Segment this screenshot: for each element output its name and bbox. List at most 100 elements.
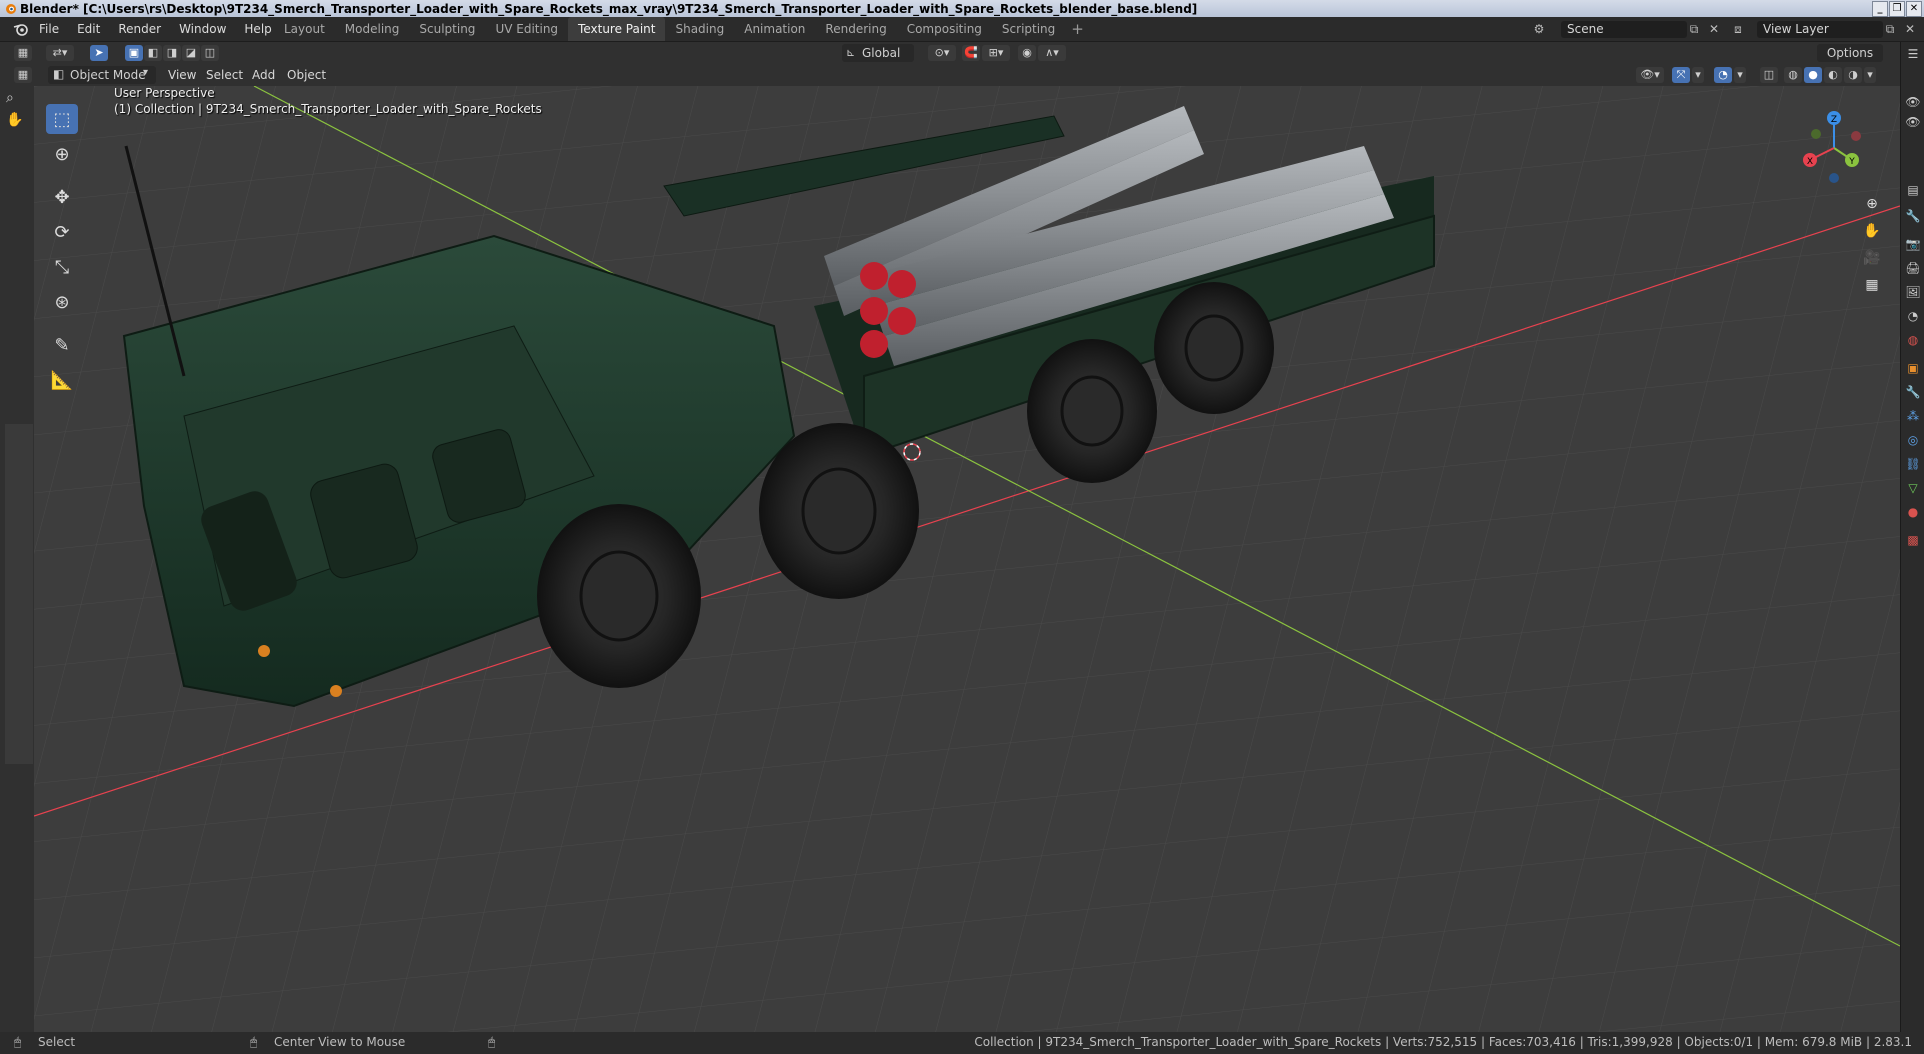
navigation-gizmo[interactable]: Z Y X bbox=[1794, 108, 1874, 188]
menu-file[interactable]: File bbox=[30, 17, 68, 41]
3d-viewport[interactable]: User Perspective (1) Collection | 9T234_… bbox=[34, 86, 1900, 1032]
wireframe-shading-icon[interactable]: ◍ bbox=[1784, 67, 1802, 83]
material-shading-icon[interactable]: ◐ bbox=[1824, 67, 1842, 83]
editor-grid-icon[interactable]: ▦ bbox=[14, 67, 32, 83]
tab-texture-paint[interactable]: Texture Paint bbox=[568, 17, 666, 41]
menu-render[interactable]: Render bbox=[109, 17, 170, 41]
outliner-icon[interactable]: ☰ bbox=[1905, 46, 1921, 62]
output-properties-icon[interactable]: 🖨 bbox=[1905, 260, 1921, 276]
tool-properties-icon[interactable]: 🔧 bbox=[1905, 208, 1921, 224]
object-properties-icon[interactable]: ▣ bbox=[1905, 360, 1921, 376]
new-view-layer-icon[interactable]: ⧉ bbox=[1881, 21, 1899, 38]
physics-properties-icon[interactable]: ◎ bbox=[1905, 432, 1921, 448]
menu-view[interactable]: View bbox=[168, 66, 196, 84]
delete-scene-icon[interactable]: ✕ bbox=[1705, 21, 1723, 38]
tab-sculpting[interactable]: Sculpting bbox=[409, 17, 485, 41]
xray-toggle-icon[interactable]: ◫ bbox=[1760, 67, 1778, 83]
select-intersect-icon[interactable]: ◫ bbox=[201, 45, 219, 61]
pivot-point-icon[interactable]: ⊙▾ bbox=[928, 45, 956, 61]
solid-shading-icon[interactable]: ● bbox=[1804, 67, 1822, 83]
gizmo-toggle-icon[interactable]: ⤧ bbox=[1672, 67, 1690, 83]
falloff-icon[interactable]: ∧▾ bbox=[1038, 45, 1066, 61]
camera-view-icon[interactable]: 🎥 bbox=[1860, 246, 1884, 270]
viewport-scene[interactable] bbox=[34, 86, 1900, 1032]
gizmo-neg-x[interactable] bbox=[1851, 131, 1861, 141]
tab-compositing[interactable]: Compositing bbox=[897, 17, 992, 41]
wheel-hub bbox=[579, 550, 659, 642]
select-subtract-icon[interactable]: ◨ bbox=[163, 45, 181, 61]
material-properties-icon[interactable]: ● bbox=[1905, 504, 1921, 520]
zoom-view-icon[interactable]: ⊕ bbox=[1860, 192, 1884, 216]
rotate-tool[interactable]: ⟳ bbox=[46, 217, 78, 247]
options-dropdown[interactable]: Options bbox=[1817, 44, 1883, 62]
view-layer-properties-icon[interactable]: 🖼 bbox=[1905, 284, 1921, 300]
annotate-tool[interactable]: ✎ bbox=[46, 330, 78, 360]
minimize-button[interactable]: _ bbox=[1872, 1, 1888, 17]
transform-icon: ⊛ bbox=[54, 291, 70, 313]
left-scroll-region[interactable] bbox=[5, 424, 33, 764]
menu-add[interactable]: Add bbox=[252, 66, 275, 84]
move-tool[interactable]: ✥ bbox=[46, 182, 78, 212]
rocket-nozzle bbox=[860, 262, 888, 290]
menu-window[interactable]: Window bbox=[170, 17, 235, 41]
tool-settings-icon[interactable]: ⇄▾ bbox=[46, 45, 74, 61]
snap-target-icon[interactable]: ⊞▾ bbox=[982, 45, 1010, 61]
select-tool-icon[interactable]: ➤ bbox=[90, 45, 108, 61]
tab-shading[interactable]: Shading bbox=[665, 17, 734, 41]
tab-rendering[interactable]: Rendering bbox=[815, 17, 896, 41]
gizmo-neg-z[interactable] bbox=[1829, 173, 1839, 183]
tab-animation[interactable]: Animation bbox=[734, 17, 815, 41]
tab-layout[interactable]: Layout bbox=[274, 17, 335, 41]
constraints-properties-icon[interactable]: ⛓ bbox=[1905, 456, 1921, 472]
tab-scripting[interactable]: Scripting bbox=[992, 17, 1065, 41]
transform-tool[interactable]: ⊛ bbox=[46, 287, 78, 317]
view-layer-selector[interactable]: View Layer bbox=[1757, 21, 1883, 38]
menu-edit[interactable]: Edit bbox=[68, 17, 109, 41]
view-layer-icon[interactable]: ⧈ bbox=[1729, 21, 1747, 38]
rendered-shading-icon[interactable]: ◑ bbox=[1844, 67, 1862, 83]
particles-properties-icon[interactable]: ⁂ bbox=[1905, 408, 1921, 424]
shading-dropdown-icon[interactable]: ▾ bbox=[1864, 67, 1876, 83]
measure-tool[interactable]: 📐 bbox=[46, 365, 78, 395]
ortho-toggle-icon[interactable]: ▦ bbox=[1860, 273, 1884, 297]
hand-icon[interactable]: ✋ bbox=[6, 112, 23, 128]
gizmo-neg-y[interactable] bbox=[1811, 129, 1821, 139]
overlays-dropdown-icon[interactable]: ▾ bbox=[1734, 67, 1746, 83]
properties-editor-icon[interactable]: ▤ bbox=[1905, 182, 1921, 198]
render-properties-icon[interactable]: 📷 bbox=[1905, 236, 1921, 252]
data-properties-icon[interactable]: ▽ bbox=[1905, 480, 1921, 496]
proportional-editing-icon[interactable]: ◉ bbox=[1018, 45, 1036, 61]
select-invert-icon[interactable]: ◪ bbox=[182, 45, 200, 61]
gizmo-dropdown-icon[interactable]: ▾ bbox=[1692, 67, 1704, 83]
select-box-tool[interactable]: ⬚ bbox=[46, 104, 78, 134]
zoom-icon[interactable]: ⌕ bbox=[6, 90, 14, 106]
tab-uv-editing[interactable]: UV Editing bbox=[485, 17, 568, 41]
snap-toggle-icon[interactable]: 🧲 bbox=[962, 45, 980, 61]
select-extend-icon[interactable]: ◧ bbox=[144, 45, 162, 61]
eye-icon[interactable]: 👁 bbox=[1905, 94, 1921, 110]
scale-tool[interactable]: ⤡ bbox=[46, 252, 78, 282]
eye-icon[interactable]: 👁 bbox=[1905, 114, 1921, 130]
pan-view-icon[interactable]: ✋ bbox=[1860, 219, 1884, 243]
menu-select[interactable]: Select bbox=[206, 66, 243, 84]
restore-button[interactable]: ❐ bbox=[1889, 1, 1905, 17]
new-scene-icon[interactable]: ⧉ bbox=[1685, 21, 1703, 38]
scene-properties-icon[interactable]: ◔ bbox=[1905, 308, 1921, 324]
scene-selector[interactable]: Scene bbox=[1561, 21, 1687, 38]
cursor-tool[interactable]: ⊕ bbox=[46, 139, 78, 169]
close-window-button[interactable]: ✕ bbox=[1906, 1, 1922, 17]
overlays-toggle-icon[interactable]: ◔ bbox=[1714, 67, 1732, 83]
visibility-icon[interactable]: 👁▾ bbox=[1636, 67, 1664, 83]
editor-type-icon[interactable]: ▦ bbox=[14, 45, 32, 61]
modifier-properties-icon[interactable]: 🔧 bbox=[1905, 384, 1921, 400]
cursor-icon: ⊕ bbox=[54, 143, 70, 165]
world-properties-icon[interactable]: ◍ bbox=[1905, 332, 1921, 348]
delete-view-layer-icon[interactable]: ✕ bbox=[1901, 21, 1919, 38]
tab-modeling[interactable]: Modeling bbox=[335, 17, 410, 41]
select-new-icon[interactable]: ▣ bbox=[125, 45, 143, 61]
blender-menu-icon[interactable] bbox=[13, 22, 29, 36]
add-workspace-button[interactable]: + bbox=[1065, 20, 1090, 38]
menu-object[interactable]: Object bbox=[287, 66, 326, 84]
texture-properties-icon[interactable]: ▩ bbox=[1905, 532, 1921, 548]
scene-icon[interactable]: ⚙ bbox=[1530, 21, 1548, 38]
